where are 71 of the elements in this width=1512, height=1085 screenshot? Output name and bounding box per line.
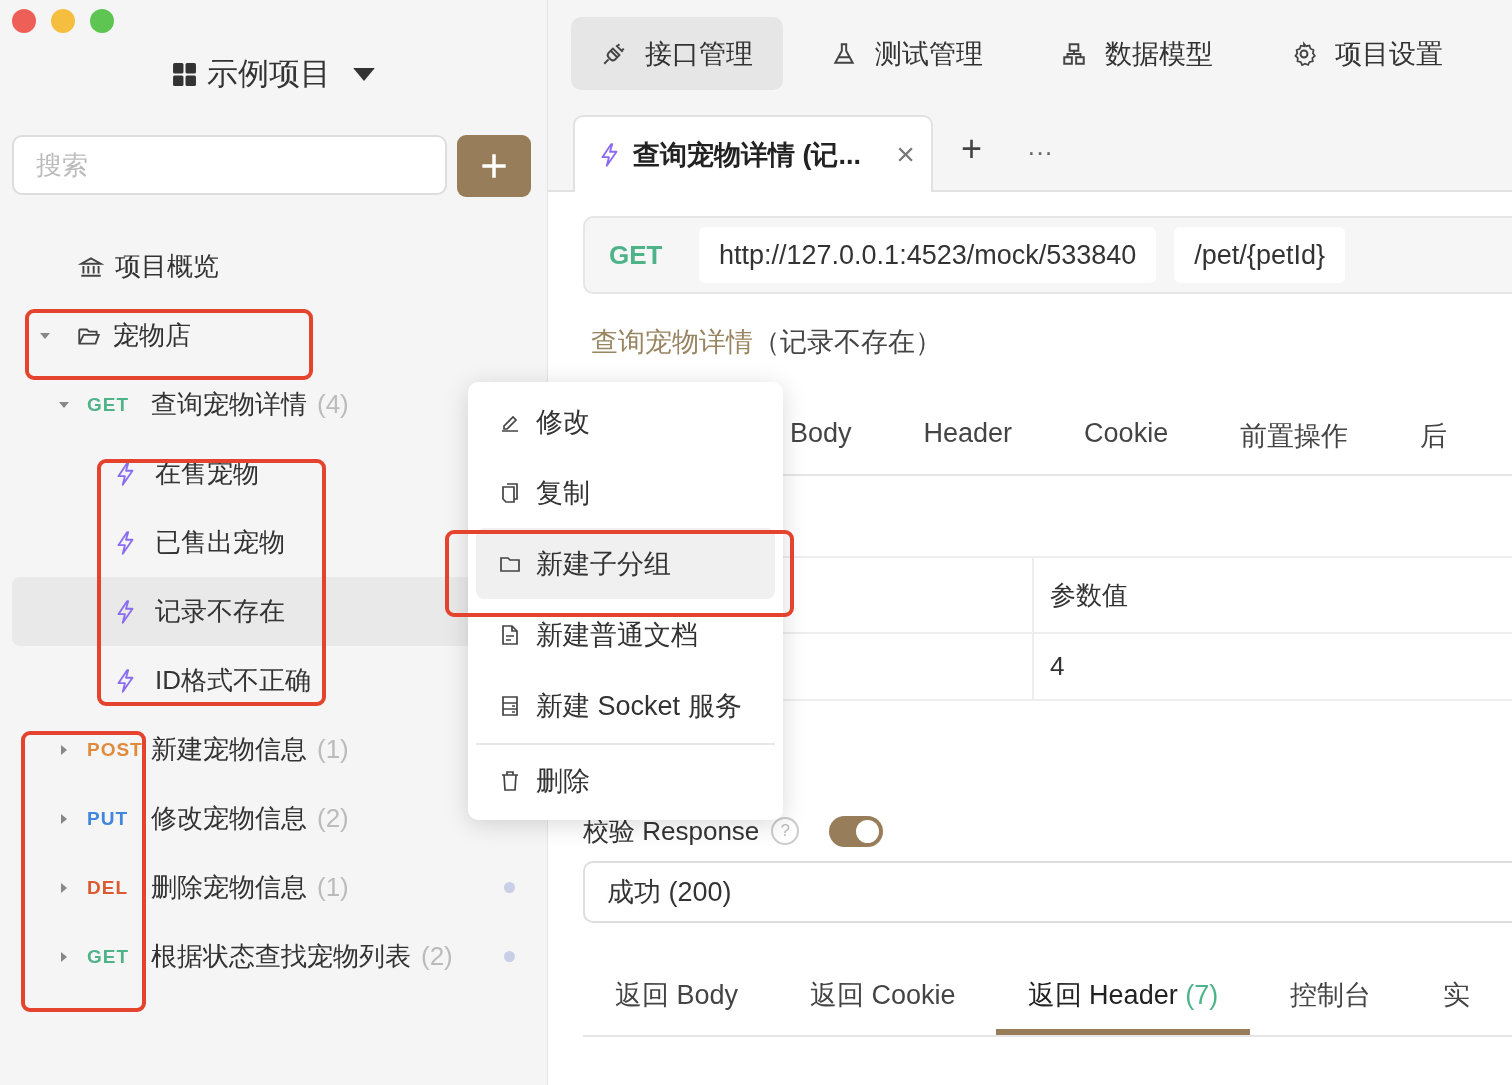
- add-button[interactable]: [457, 135, 531, 197]
- tab-count: (7): [1185, 980, 1219, 1010]
- menu-item[interactable]: 修改: [476, 386, 775, 457]
- method-label: GET: [87, 945, 131, 968]
- verify-label: 校验 Response: [583, 814, 760, 848]
- menu-item-label: 删除: [536, 764, 590, 798]
- more-button[interactable]: ···: [1027, 137, 1053, 168]
- search-field[interactable]: 搜索: [12, 135, 447, 195]
- tree-item[interactable]: 记录不存在: [155, 594, 285, 629]
- menu-item[interactable]: 复制: [476, 457, 775, 528]
- document-tab[interactable]: 查询宠物详情 (记... ×: [573, 115, 933, 192]
- project-switcher[interactable]: 示例项目: [172, 53, 375, 95]
- nav-tab[interactable]: 项目设置: [1261, 17, 1473, 90]
- request-tab[interactable]: 后: [1420, 410, 1448, 454]
- close-tab-button[interactable]: ×: [896, 136, 915, 173]
- flask-icon: [831, 40, 857, 67]
- close-window-button[interactable]: [12, 9, 36, 33]
- response-tab[interactable]: 返回 Body: [583, 963, 771, 1021]
- item-count: (1): [317, 872, 349, 903]
- tree-item[interactable]: 查询宠物详情: [151, 387, 307, 422]
- menu-item-label: 新建子分组: [536, 547, 671, 581]
- method-label: POST: [87, 738, 144, 761]
- item-count: (4): [317, 389, 349, 420]
- request-tab[interactable]: Cookie: [1084, 410, 1169, 449]
- tree-item[interactable]: 已售出宠物: [155, 525, 285, 560]
- base-url-field[interactable]: http://127.0.0.1:4523/mock/533840: [699, 227, 1157, 283]
- nav-tab[interactable]: 数据模型: [1031, 17, 1243, 90]
- response-tab[interactable]: 实: [1411, 963, 1503, 1021]
- item-count: (2): [421, 941, 453, 972]
- request-tab[interactable]: Header: [923, 410, 1013, 449]
- tree-item[interactable]: ID格式不正确: [155, 663, 311, 698]
- request-tab[interactable]: Body: [790, 410, 852, 449]
- nav-tab[interactable]: 接口管理: [571, 17, 783, 90]
- method-label: DEL: [87, 876, 129, 899]
- menu-item-label: 修改: [536, 405, 590, 439]
- column-header: 参数值: [1049, 578, 1128, 612]
- tree-item[interactable]: 新建宠物信息: [151, 732, 307, 767]
- response-tab[interactable]: 返回 Cookie: [778, 963, 988, 1021]
- item-count: (1): [317, 734, 349, 765]
- menu-item-label: 新建 Socket 服务: [536, 689, 742, 723]
- case-suffix: （记录不存在）: [753, 326, 942, 359]
- tree-item[interactable]: 修改宠物信息: [151, 801, 307, 836]
- menu-item-label: 新建普通文档: [536, 618, 698, 652]
- dropdown-icon: [353, 67, 375, 81]
- menu-item[interactable]: 新建 Socket 服务: [476, 670, 775, 741]
- tree-item[interactable]: 项目概览: [115, 249, 219, 284]
- request-tab[interactable]: 前置操作: [1240, 410, 1349, 454]
- tree-item[interactable]: 在售宠物: [155, 456, 259, 491]
- menu-item[interactable]: 删除: [476, 743, 775, 816]
- menu-item-label: 复制: [536, 476, 590, 510]
- response-tab[interactable]: 控制台: [1258, 963, 1404, 1021]
- tree-item[interactable]: 根据状态查找宠物列表: [151, 939, 411, 974]
- nav-tab[interactable]: 测试管理: [801, 17, 1013, 90]
- path-field[interactable]: /pet/{petId}: [1174, 227, 1345, 283]
- response-tab[interactable]: 返回 Header (7): [995, 963, 1251, 1035]
- grid-icon: [172, 61, 197, 87]
- item-count: (2): [317, 803, 349, 834]
- response-select[interactable]: 成功 (200): [583, 861, 1512, 923]
- case-name: 查询宠物详情: [591, 326, 753, 359]
- tab-title: 查询宠物详情 (记...: [633, 138, 861, 172]
- method-label: PUT: [87, 807, 129, 830]
- hierarchy-icon: [1061, 40, 1087, 67]
- plus-icon: [480, 152, 508, 180]
- tree-item[interactable]: 删除宠物信息: [151, 870, 307, 905]
- menu-item[interactable]: 新建子分组: [476, 528, 775, 599]
- table-cell-text: 4: [1049, 650, 1065, 683]
- method-label: GET: [87, 393, 131, 416]
- add-tab-button[interactable]: +: [961, 128, 983, 170]
- toggle-switch[interactable]: [829, 815, 884, 847]
- tree-item[interactable]: 宠物店: [113, 318, 191, 353]
- zoom-window-button[interactable]: [90, 9, 114, 33]
